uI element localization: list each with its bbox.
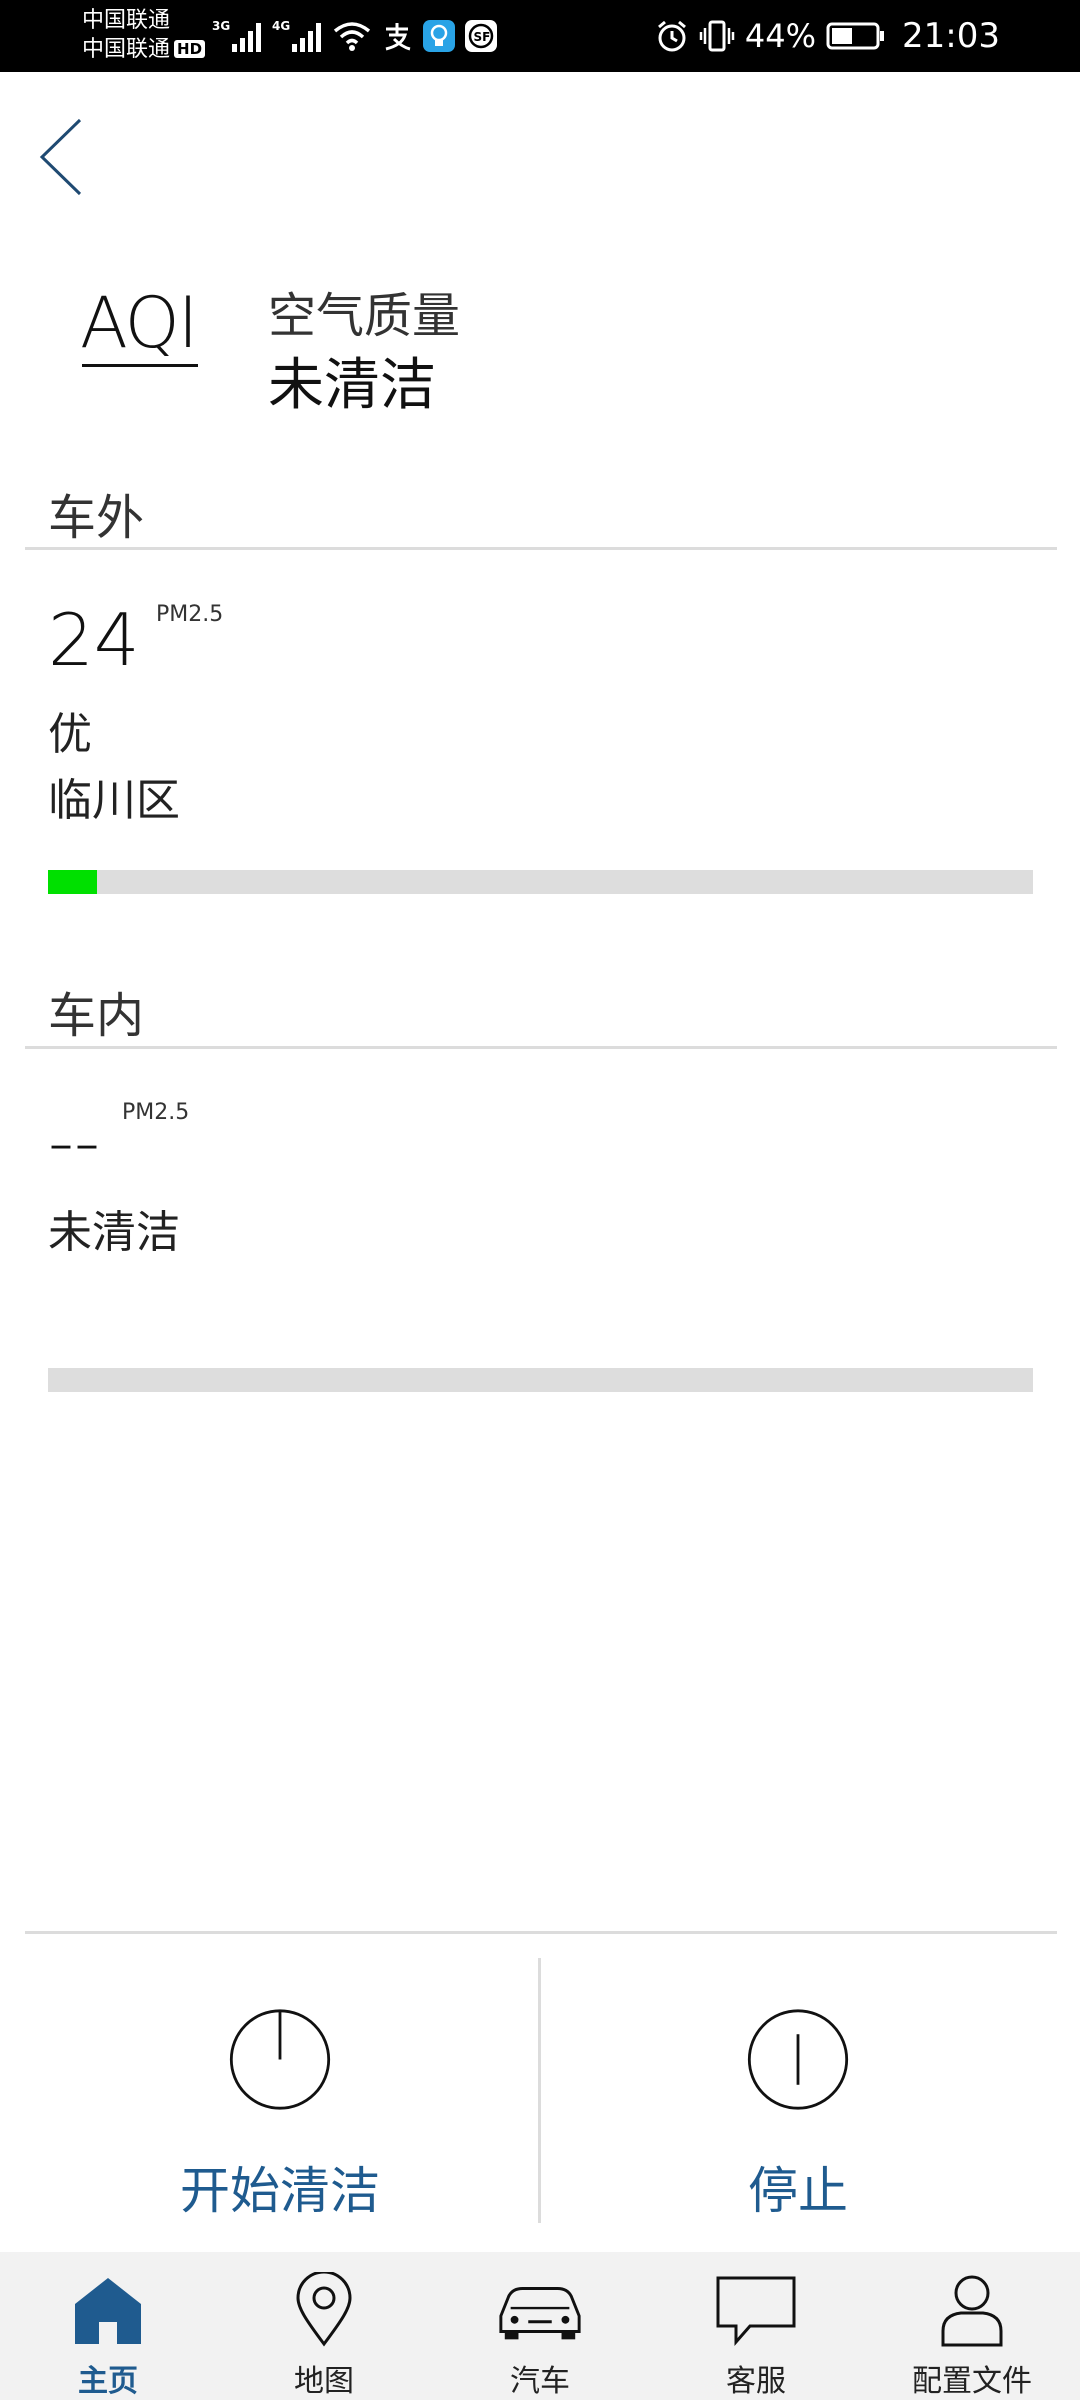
battery-icon: [826, 21, 886, 51]
bottom-tab-bar: 主页 地图 汽车 客服 配置文件: [0, 2252, 1080, 2400]
bulb-app-icon: [422, 19, 456, 53]
inside-pm25-value: --: [48, 1100, 100, 1184]
home-icon: [63, 2270, 153, 2350]
carrier-2: 中国联通: [82, 37, 171, 62]
header-status: 未清洁: [268, 353, 436, 418]
outside-level-bar: [48, 870, 1033, 894]
start-cleaning-label: 开始清洁: [180, 2162, 380, 2220]
stop-button[interactable]: 停止: [543, 1958, 1053, 2223]
inside-status: 未清洁: [48, 1207, 180, 1258]
carrier-info: 中国联通 中国联通 HD: [82, 6, 206, 64]
stop-icon: [747, 2009, 849, 2110]
tab-profile[interactable]: 配置文件: [864, 2252, 1080, 2400]
chevron-left-icon: [39, 118, 82, 196]
car-icon: [495, 2270, 585, 2350]
tab-label: 客服: [726, 2364, 786, 2399]
header-subtitle: 空气质量: [268, 288, 461, 344]
signal-3g-icon: 3G: [212, 18, 264, 54]
svg-text:SF: SF: [474, 30, 491, 44]
start-cleaning-button[interactable]: 开始清洁: [25, 1958, 535, 2223]
outside-pm25-unit: PM2.5: [156, 602, 224, 627]
chat-icon: [711, 2270, 801, 2350]
tab-label: 主页: [78, 2364, 138, 2399]
tab-car[interactable]: 汽车: [432, 2252, 648, 2400]
battery-percent: 44%: [744, 17, 817, 55]
section-divider-inside: [25, 1046, 1057, 1049]
section-divider-outside: [25, 547, 1057, 550]
aqi-logo: AQI: [80, 288, 200, 370]
power-icon: [229, 2009, 331, 2110]
inside-pm25-unit: PM2.5: [122, 1100, 190, 1125]
sf-express-icon: SF: [464, 19, 498, 53]
svg-text:3G: 3G: [212, 19, 230, 33]
actions-divider: [25, 1931, 1057, 1934]
vibrate-icon: [699, 19, 735, 53]
tab-support[interactable]: 客服: [648, 2252, 864, 2400]
outside-location: 临川区: [48, 775, 180, 826]
signal-4g-icon: 4G: [272, 18, 324, 54]
tab-label: 地图: [294, 2364, 354, 2399]
map-pin-icon: [279, 2270, 369, 2350]
aqi-logo-text: AQI: [80, 282, 198, 364]
alipay-icon: [380, 19, 414, 53]
tab-label: 配置文件: [912, 2364, 1032, 2399]
tab-home[interactable]: 主页: [0, 2252, 216, 2400]
section-title-inside: 车内: [48, 988, 145, 1044]
tab-map[interactable]: 地图: [216, 2252, 432, 2400]
inside-level-bar: [48, 1368, 1033, 1392]
hd-badge: HD: [174, 40, 206, 58]
status-bar: 中国联通 中国联通 HD 3G 4G SF 44% 21:03: [0, 0, 1080, 72]
clock-time: 21:03: [902, 16, 1000, 56]
svg-text:4G: 4G: [272, 19, 290, 33]
carrier-1: 中国联通: [82, 8, 171, 33]
profile-icon: [927, 2270, 1017, 2350]
status-icons-right: 44% 21:03: [655, 14, 1000, 58]
stop-label: 停止: [748, 2162, 848, 2220]
section-title-outside: 车外: [48, 490, 145, 546]
tab-label: 汽车: [510, 2364, 570, 2399]
wifi-icon: [332, 19, 372, 53]
outside-level-fill: [48, 870, 98, 894]
outside-quality: 优: [48, 709, 92, 760]
status-icons-left: 3G 4G SF: [212, 14, 498, 58]
alarm-icon: [655, 19, 689, 53]
outside-pm25-value: 24: [48, 598, 140, 682]
aqi-logo-underline: [82, 364, 198, 367]
actions-separator: [538, 1958, 541, 2223]
back-button[interactable]: [30, 112, 90, 202]
